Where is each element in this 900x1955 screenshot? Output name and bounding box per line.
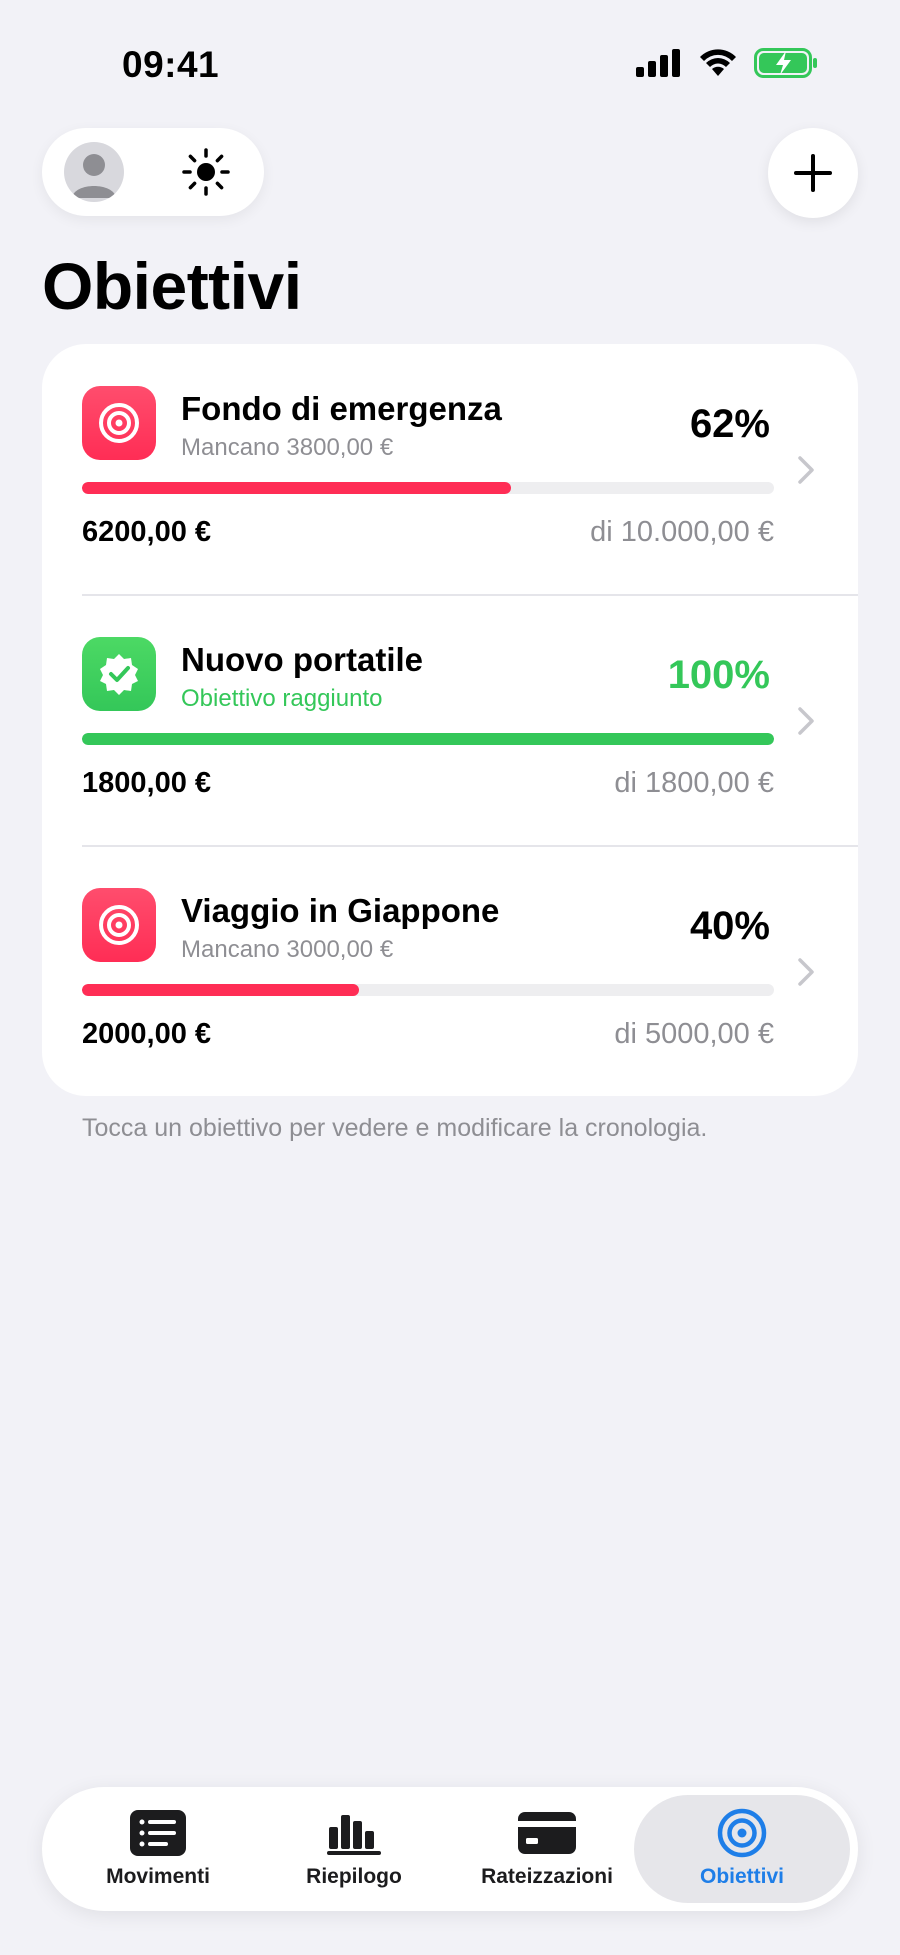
- goal-amount: 6200,00 €: [82, 516, 212, 548]
- goal-percent: 62%: [689, 402, 770, 446]
- page-title: Obiettivi: [42, 249, 302, 323]
- goal-total: di 1800,00 €: [614, 767, 774, 799]
- cellular-signal-icon: [636, 49, 680, 77]
- goal-name: Nuovo portatile: [181, 641, 424, 678]
- goal-icon-tile: [82, 888, 156, 962]
- goal-progress-bar: [82, 984, 774, 996]
- add-goal-button[interactable]: [768, 128, 858, 218]
- tab-obiettivi[interactable]: Obiettivi: [634, 1795, 850, 1903]
- goal-total: di 10.000,00 €: [590, 516, 774, 548]
- goal-row-nuovo-portatile[interactable]: Nuovo portatile Obiettivo raggiunto 100%…: [42, 595, 858, 845]
- tab-bar: Movimenti Riepilogo Rateizzazioni Obiett…: [42, 1787, 858, 1911]
- goal-percent: 100%: [667, 653, 770, 697]
- tab-label: Rateizzazioni: [481, 1865, 613, 1888]
- credit-card-icon: [518, 1812, 576, 1854]
- goal-progress-bar: [82, 482, 774, 494]
- target-icon: [717, 1808, 767, 1858]
- avatar[interactable]: [64, 142, 124, 202]
- status-time: 09:41: [122, 44, 220, 85]
- goal-progress-fill: [82, 482, 512, 494]
- goal-progress-bar: [82, 733, 774, 745]
- goal-subtitle: Mancano 3000,00 €: [181, 936, 394, 963]
- goal-amount: 2000,00 €: [82, 1018, 212, 1050]
- bar-chart-icon: [327, 1815, 381, 1855]
- tab-movimenti[interactable]: Movimenti: [50, 1795, 266, 1903]
- status-icons: [636, 48, 818, 78]
- goal-subtitle: Obiettivo raggiunto: [181, 685, 383, 712]
- goal-name: Viaggio in Giappone: [181, 892, 500, 929]
- plus-icon: [794, 154, 832, 192]
- tab-label: Obiettivi: [699, 1865, 784, 1888]
- goal-progress-fill: [82, 733, 774, 745]
- sun-icon[interactable]: [182, 148, 230, 196]
- battery-charging-icon: [754, 48, 817, 78]
- person-icon: [72, 154, 116, 198]
- profile-theme-pill: [42, 128, 264, 216]
- goal-percent: 40%: [689, 904, 770, 948]
- goal-progress-fill: [82, 984, 359, 996]
- goal-row-viaggio-in-giappone[interactable]: Viaggio in Giappone Mancano 3000,00 € 40…: [42, 846, 858, 1096]
- tab-rateizzazioni[interactable]: Rateizzazioni: [439, 1795, 655, 1903]
- goal-subtitle: Mancano 3800,00 €: [181, 434, 394, 461]
- list-icon: [130, 1810, 186, 1856]
- goal-row-fondo-di-emergenza[interactable]: Fondo di emergenza Mancano 3800,00 € 62%…: [42, 344, 858, 594]
- chevron-right-icon: [798, 958, 814, 986]
- chevron-right-icon: [798, 707, 814, 735]
- wifi-icon: [700, 49, 736, 76]
- target-icon: [99, 403, 139, 443]
- goals-screen: 09:41 Obiettivi Fondo di emergenza Manca…: [0, 0, 900, 1955]
- goal-total: di 5000,00 €: [614, 1018, 774, 1050]
- goal-icon-tile: [82, 386, 156, 460]
- tab-riepilogo[interactable]: Riepilogo: [246, 1795, 462, 1903]
- checkmark-seal-icon: [100, 654, 138, 695]
- goal-icon-tile: [82, 637, 156, 711]
- goal-amount: 1800,00 €: [82, 767, 212, 799]
- tab-label: Riepilogo: [306, 1865, 402, 1888]
- goal-name: Fondo di emergenza: [181, 390, 502, 427]
- chevron-right-icon: [798, 456, 814, 484]
- tab-label: Movimenti: [106, 1865, 210, 1888]
- target-icon: [99, 905, 139, 945]
- hint-text: Tocca un obiettivo per vedere e modifica…: [82, 1114, 708, 1142]
- goals-card: Fondo di emergenza Mancano 3800,00 € 62%…: [42, 344, 858, 1096]
